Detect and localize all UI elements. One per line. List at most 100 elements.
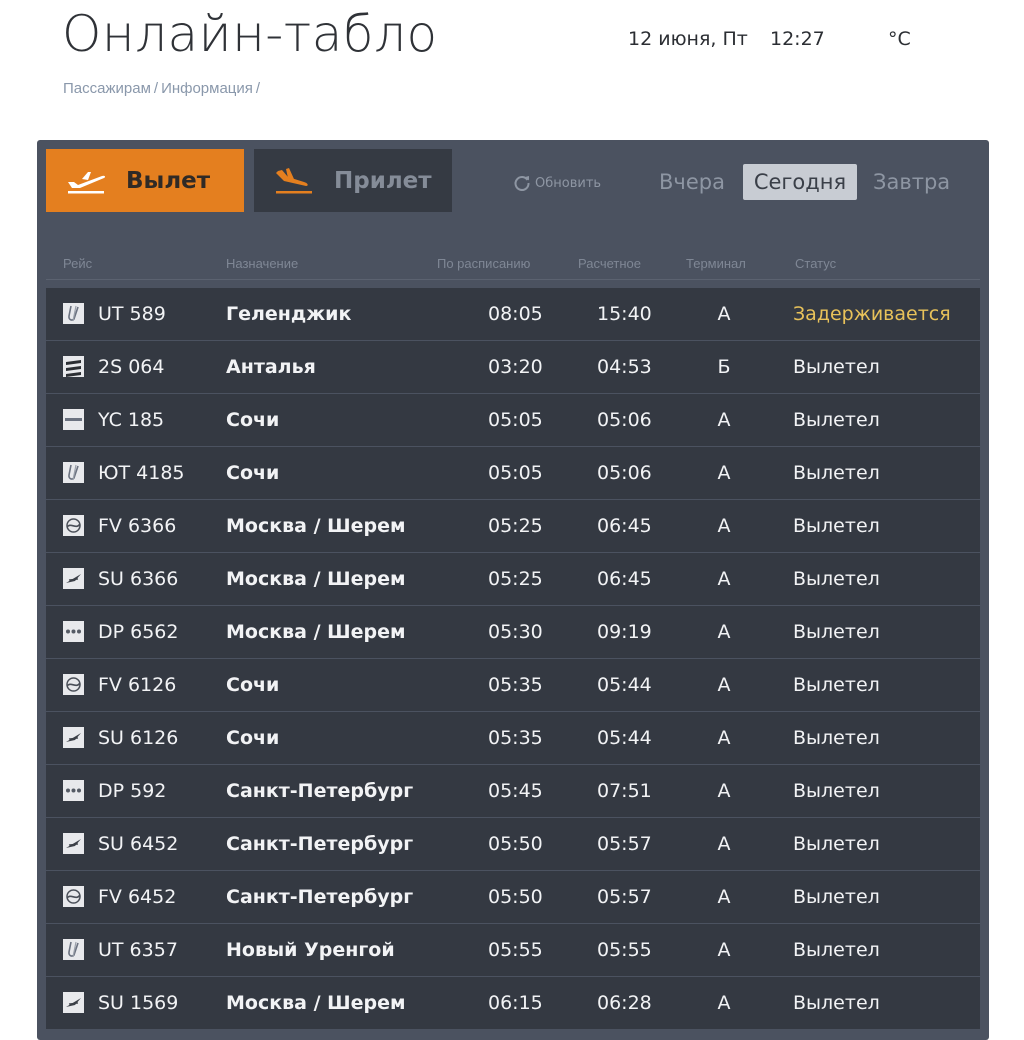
terminal: A <box>717 727 731 749</box>
flight-row[interactable]: FV 6366 Москва / Шерем 05:25 06:45 A Вылетел <box>46 500 980 552</box>
airline-logo-icon <box>63 356 84 377</box>
estimated-time: 05:44 <box>597 727 652 749</box>
flight-number: FV 6126 <box>98 674 177 696</box>
flight-number: FV 6452 <box>98 886 177 908</box>
scheduled-time: 08:05 <box>488 303 543 325</box>
airline-logo-icon <box>63 992 84 1013</box>
terminal: A <box>717 409 731 431</box>
tab-arrival[interactable]: Прилет <box>254 149 452 212</box>
refresh-button[interactable]: Обновить <box>513 174 601 192</box>
destination: Москва / Шерем <box>226 515 406 537</box>
airline-logo-icon <box>63 833 84 854</box>
destination: Сочи <box>226 462 280 484</box>
flight-status: Вылетел <box>793 727 880 749</box>
flight-row[interactable]: UT 589 Геленджик 08:05 15:40 A Задерживается <box>46 288 980 340</box>
breadcrumb-separator: / <box>255 80 261 97</box>
tab-departure[interactable]: Вылет <box>46 149 244 212</box>
estimated-time: 05:55 <box>597 939 652 961</box>
breadcrumb-separator: / <box>153 80 159 97</box>
flight-number: SU 6452 <box>98 833 179 855</box>
day-tomorrow[interactable]: Завтра <box>873 164 950 200</box>
breadcrumb: Пассажирам / Информация / <box>63 80 263 97</box>
page-title: Онлайн-табло <box>62 5 438 63</box>
destination: Санкт-Петербург <box>226 833 414 855</box>
plane-takeoff-icon <box>64 168 122 194</box>
scheduled-time: 05:50 <box>488 886 543 908</box>
estimated-time: 06:45 <box>597 515 652 537</box>
flight-status: Задерживается <box>793 303 951 325</box>
flight-board: Вылет Прилет Обновить Вчера Сегодня Завт… <box>37 140 989 1040</box>
terminal: A <box>717 674 731 696</box>
airline-logo-icon <box>63 409 84 430</box>
flight-status: Вылетел <box>793 939 880 961</box>
column-header-destination: Назначение <box>226 256 299 271</box>
flight-number: UT 6357 <box>98 939 178 961</box>
flight-number: FV 6366 <box>98 515 177 537</box>
airline-logo-icon <box>63 886 84 907</box>
flight-number: UT 589 <box>98 303 166 325</box>
flight-row[interactable]: SU 6366 Москва / Шерем 05:25 06:45 A Вылетел <box>46 553 980 605</box>
flight-status: Вылетел <box>793 462 880 484</box>
estimated-time: 05:57 <box>597 886 652 908</box>
airline-logo-icon <box>63 462 84 483</box>
scheduled-time: 05:50 <box>488 833 543 855</box>
refresh-icon <box>513 174 531 192</box>
flight-status: Вылетел <box>793 515 880 537</box>
estimated-time: 06:28 <box>597 992 652 1014</box>
flight-list: UT 589 Геленджик 08:05 15:40 A Задерживается 2… <box>46 288 980 1030</box>
breadcrumb-link-information[interactable]: Информация <box>161 80 253 97</box>
scheduled-time: 05:35 <box>488 727 543 749</box>
destination: Сочи <box>226 409 280 431</box>
flight-number: YC 185 <box>98 409 165 431</box>
header-time: 12:27 <box>770 28 825 50</box>
estimated-time: 05:57 <box>597 833 652 855</box>
column-header-scheduled: По расписанию <box>437 256 531 271</box>
flight-status: Вылетел <box>793 780 880 802</box>
header-date: 12 июня, Пт <box>628 28 748 50</box>
flight-row[interactable]: 2S 064 Анталья 03:20 04:53 Б Вылетел <box>46 341 980 393</box>
flight-row[interactable]: SU 1569 Москва / Шерем 06:15 06:28 A Вылетел <box>46 977 980 1029</box>
destination: Москва / Шерем <box>226 992 406 1014</box>
terminal: A <box>717 939 731 961</box>
scheduled-time: 03:20 <box>488 356 543 378</box>
flight-row[interactable]: SU 6452 Санкт-Петербург 05:50 05:57 A Вылетел <box>46 818 980 870</box>
column-header-status: Статус <box>795 256 837 271</box>
flight-row[interactable]: DP 592 Санкт-Петербург 05:45 07:51 A Вылетел <box>46 765 980 817</box>
column-header-terminal: Терминал <box>686 256 746 271</box>
flight-row[interactable]: FV 6126 Сочи 05:35 05:44 A Вылетел <box>46 659 980 711</box>
day-today[interactable]: Сегодня <box>743 164 857 200</box>
breadcrumb-link-passengers[interactable]: Пассажирам <box>63 80 151 97</box>
day-yesterday[interactable]: Вчера <box>659 164 725 200</box>
estimated-time: 05:44 <box>597 674 652 696</box>
terminal: A <box>717 780 731 802</box>
flight-row[interactable]: UT 6357 Новый Уренгой 05:55 05:55 A Вылетел <box>46 924 980 976</box>
airline-logo-icon <box>63 303 84 324</box>
flight-number: ЮТ 4185 <box>98 462 185 484</box>
flight-row[interactable]: DP 6562 Москва / Шерем 05:30 09:19 A Вылетел <box>46 606 980 658</box>
estimated-time: 06:45 <box>597 568 652 590</box>
header-divider <box>46 279 980 280</box>
column-header-estimated: Расчетное <box>578 256 641 271</box>
scheduled-time: 05:05 <box>488 409 543 431</box>
column-header-flight: Рейс <box>63 256 93 271</box>
flight-status: Вылетел <box>793 621 880 643</box>
airline-logo-icon <box>63 939 84 960</box>
flight-number: SU 1569 <box>98 992 179 1014</box>
flight-row[interactable]: YC 185 Сочи 05:05 05:06 A Вылетел <box>46 394 980 446</box>
scheduled-time: 05:25 <box>488 568 543 590</box>
airline-logo-icon <box>63 621 84 642</box>
flight-row[interactable]: SU 6126 Сочи 05:35 05:44 A Вылетел <box>46 712 980 764</box>
scheduled-time: 05:45 <box>488 780 543 802</box>
destination: Новый Уренгой <box>226 939 395 961</box>
flight-status: Вылетел <box>793 886 880 908</box>
terminal: A <box>717 462 731 484</box>
terminal: Б <box>717 356 731 378</box>
airline-logo-icon <box>63 727 84 748</box>
destination: Санкт-Петербург <box>226 886 414 908</box>
flight-number: SU 6366 <box>98 568 179 590</box>
flight-number: DP 6562 <box>98 621 179 643</box>
flight-row[interactable]: FV 6452 Санкт-Петербург 05:50 05:57 A Вылетел <box>46 871 980 923</box>
flight-status: Вылетел <box>793 833 880 855</box>
flight-row[interactable]: ЮТ 4185 Сочи 05:05 05:06 A Вылетел <box>46 447 980 499</box>
scheduled-time: 05:25 <box>488 515 543 537</box>
